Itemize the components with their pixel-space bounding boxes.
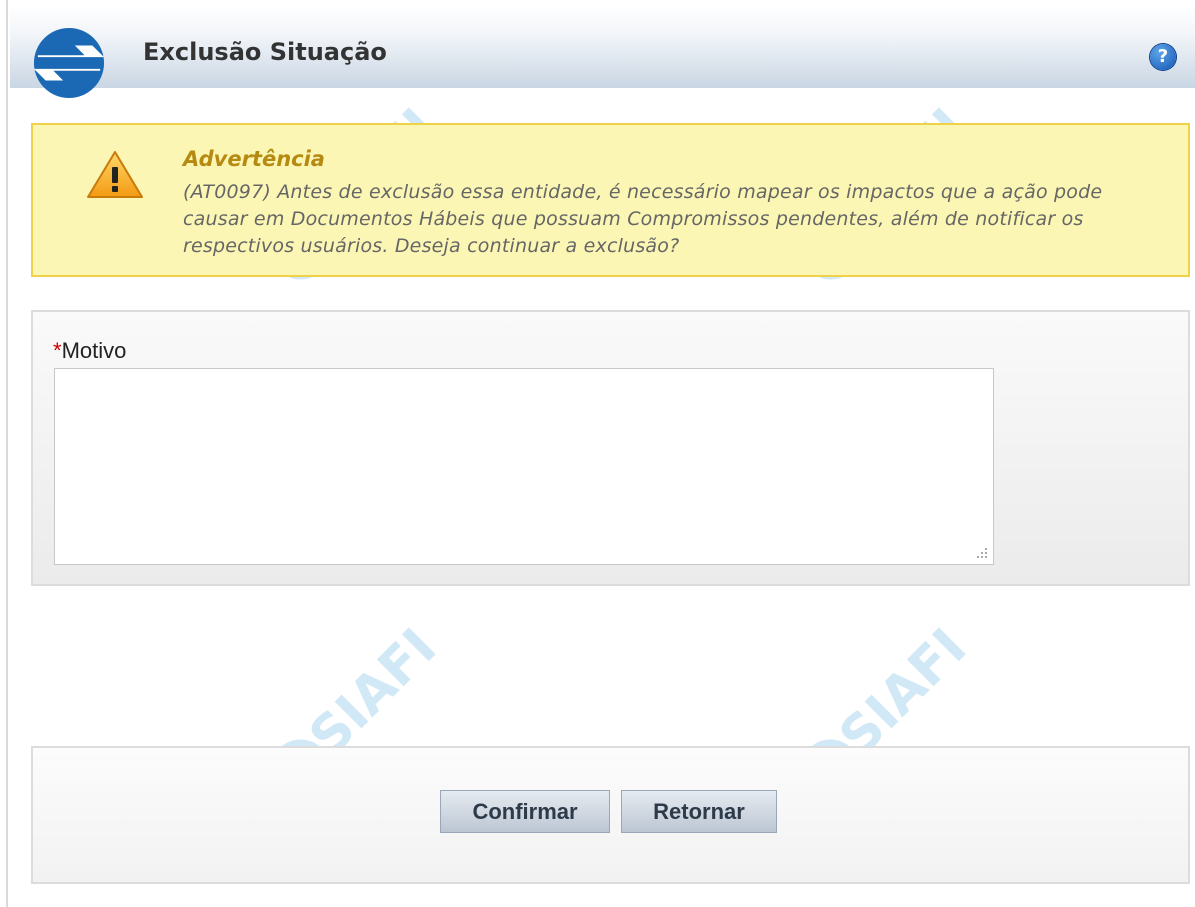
warning-icon [87,151,143,198]
resize-grip-icon[interactable] [973,544,989,560]
required-marker: * [53,338,62,363]
warning-message: (AT0097) Antes de exclusão essa entidade… [183,181,1103,257]
page-header: Exclusão Situação ? [10,6,1195,88]
motivo-textarea[interactable] [54,368,994,565]
motivo-label: *Motivo [53,338,126,364]
siafi-logo-icon [33,27,105,99]
svg-text:SIAFI: SIAFI [828,618,978,768]
return-button[interactable]: Retornar [621,790,777,833]
left-border [6,0,8,907]
motivo-label-text: Motivo [61,338,127,363]
form-panel: *Motivo [31,310,1190,586]
svg-text:SIAFI: SIAFI [298,618,448,768]
help-icon[interactable]: ? [1150,44,1176,70]
confirm-button[interactable]: Confirmar [440,790,610,833]
actions-panel: Confirmar Retornar [31,746,1190,884]
warning-box: Advertência (AT0097) Antes de exclusão e… [31,123,1190,277]
page-title: Exclusão Situação [143,38,387,66]
warning-title: Advertência [183,147,325,171]
